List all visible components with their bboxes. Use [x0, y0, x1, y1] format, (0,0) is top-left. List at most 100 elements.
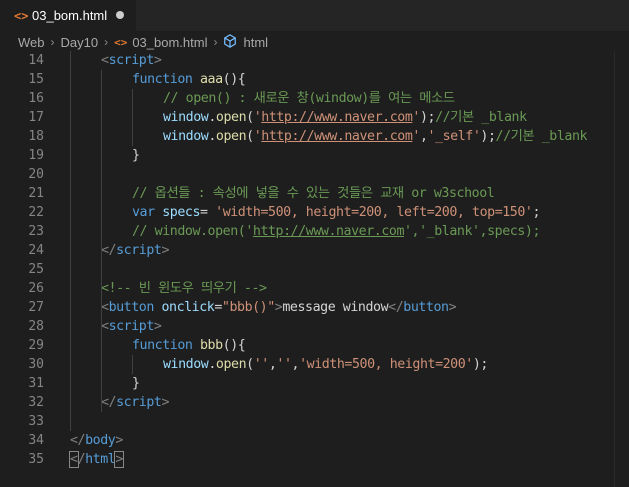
code-token: open — [215, 110, 247, 125]
code-token: ( — [246, 110, 254, 125]
code-token: > — [114, 451, 124, 468]
code-token: ','_blank',specs); — [404, 224, 540, 239]
code-token: ( — [246, 357, 254, 372]
line-number: 33 — [28, 414, 44, 429]
code-token: // window.open(' — [132, 224, 253, 239]
line-number: 18 — [28, 129, 44, 144]
indent-guide — [70, 51, 71, 431]
code-token: > — [153, 319, 162, 334]
code-line[interactable]: window.open('http://www.naver.com');//기본… — [163, 108, 527, 127]
code-token: ); — [480, 129, 496, 144]
code-token: onclick — [161, 300, 215, 315]
code-token: > — [448, 300, 457, 315]
breadcrumb-symbol[interactable]: html — [243, 35, 268, 50]
breadcrumb-folder-web[interactable]: Web — [18, 35, 45, 50]
line-number: 19 — [28, 148, 44, 163]
vertical-ruler — [614, 51, 615, 487]
html-file-icon: <> — [14, 8, 29, 23]
code-token: window — [163, 357, 209, 372]
code-line[interactable]: <script> — [101, 51, 162, 70]
code-token: aaa — [200, 72, 223, 87]
indent-guide — [132, 89, 133, 146]
code-token: </ — [101, 395, 117, 410]
code-token: < — [101, 53, 109, 68]
code-line[interactable]: <button onclick="bbb()">message window</… — [101, 298, 457, 317]
line-number: 30 — [28, 357, 44, 372]
line-number: 14 — [28, 53, 44, 68]
code-token: //기본 _blank — [435, 110, 527, 125]
code-token: . — [208, 110, 216, 125]
code-line[interactable]: </html> — [69, 450, 124, 469]
line-number: 27 — [28, 300, 44, 315]
code-token: var — [132, 205, 163, 220]
code-line[interactable]: // window.open('http://www.naver.com','_… — [132, 222, 540, 241]
code-token: . — [208, 357, 216, 372]
code-token: < — [101, 319, 109, 334]
code-line[interactable]: function aaa(){ — [132, 70, 246, 89]
code-line[interactable]: </script> — [101, 393, 169, 412]
code-token: open — [215, 129, 247, 144]
code-line[interactable]: } — [132, 146, 140, 165]
code-token: > — [153, 53, 162, 68]
code-token: (){ — [222, 72, 246, 87]
code-token: (){ — [222, 338, 246, 353]
code-line[interactable]: // open() : 새로운 창(window)를 여는 메소드 — [163, 89, 455, 108]
code-token: ); — [472, 357, 489, 372]
code-token: ' — [412, 129, 420, 144]
code-line[interactable]: </body> — [70, 431, 123, 450]
line-number: 17 — [28, 110, 44, 125]
breadcrumb-file[interactable]: 03_bom.html — [132, 35, 207, 50]
code-token: window — [163, 110, 209, 125]
code-token: ; — [532, 205, 541, 220]
code-editor[interactable]: 14 15 16 17 18 19 20 21 22 23 24 25 26 27 28 29 30 31 32 33… — [0, 51, 629, 487]
code-token: = — [214, 300, 222, 315]
code-line[interactable]: window.open('','','width=500, height=200… — [163, 355, 488, 374]
code-token: open — [215, 357, 247, 372]
code-token: > — [161, 243, 170, 258]
unsaved-dot-icon[interactable] — [116, 11, 124, 19]
code-token: </ — [101, 243, 117, 258]
line-number: 15 — [28, 72, 44, 87]
code-token: , — [419, 129, 428, 144]
code-token: > — [161, 395, 170, 410]
code-token: </ — [70, 433, 86, 448]
html-file-icon: <> — [114, 35, 128, 49]
line-number: 21 — [28, 186, 44, 201]
code-line[interactable]: <script> — [101, 317, 162, 336]
code-token: ); — [419, 110, 436, 125]
code-token: function — [132, 338, 200, 353]
code-line[interactable]: function bbb(){ — [132, 336, 246, 355]
line-number: 16 — [28, 91, 44, 106]
indent-guide — [132, 355, 133, 374]
code-token: // 옵션들 : 속성에 넣을 수 있는 것들은 교재 or w3school — [132, 186, 495, 201]
code-line[interactable]: window.open('http://www.naver.com','_sel… — [163, 127, 588, 146]
chevron-right-icon: › — [50, 35, 55, 49]
code-token: window — [163, 129, 209, 144]
line-number: 22 — [28, 205, 44, 220]
code-token: '' — [253, 357, 270, 372]
code-token: script — [108, 319, 155, 334]
line-number: 31 — [28, 376, 44, 391]
code-token: </ — [388, 300, 404, 315]
code-token: 'width=500, height=200' — [299, 357, 473, 372]
tab-03-bom-html[interactable]: <> 03_bom.html — [0, 0, 136, 31]
breadcrumb-folder-day10[interactable]: Day10 — [61, 35, 99, 50]
code-line[interactable]: // 옵션들 : 속성에 넣을 수 있는 것들은 교재 or w3school — [132, 184, 495, 203]
code-line[interactable]: } — [132, 374, 140, 393]
line-number: 24 — [28, 243, 44, 258]
code-token: '' — [276, 357, 292, 372]
code-line[interactable]: </script> — [101, 241, 169, 260]
code-token: //기본 _blank — [495, 129, 588, 144]
code-token: / — [77, 452, 86, 467]
code-line[interactable]: var specs= 'width=500, height=200, left=… — [132, 203, 540, 222]
code-token: ' — [412, 110, 420, 125]
code-token: < — [69, 451, 79, 468]
code-line[interactable]: <!-- 빈 윈도우 띄우기 --> — [101, 279, 267, 298]
code-token: > — [115, 433, 123, 448]
code-token: specs — [162, 205, 201, 220]
code-token: http://www.naver.com — [252, 224, 405, 239]
line-number: 35 — [28, 452, 44, 467]
code-token: 'width=500, height=200, left=200, top=15… — [215, 205, 533, 220]
code-token: script — [108, 53, 155, 68]
code-token: } — [132, 148, 140, 163]
